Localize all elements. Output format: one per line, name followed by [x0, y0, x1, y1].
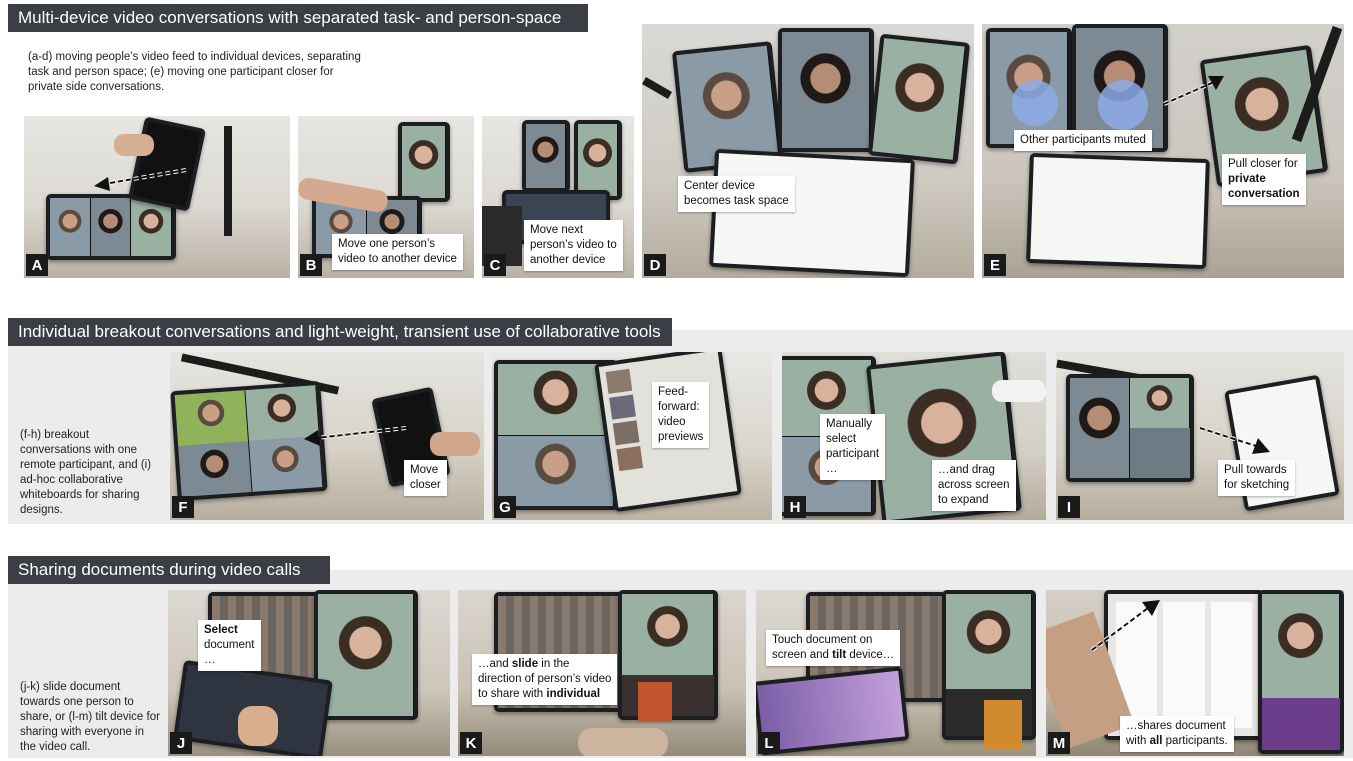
panel-a-photo: A: [24, 116, 290, 278]
arrow-icon: [1163, 76, 1224, 106]
panel-e-pull-caption: Pull closer for private conversation: [1222, 154, 1306, 205]
panel-e-muted-caption: Other participants muted: [1014, 130, 1152, 151]
panel-l-caption: Touch document on screen and tilt device…: [766, 630, 901, 666]
panel-label: G: [494, 496, 516, 518]
section-2-description: (f-h) breakout conversations with one re…: [20, 429, 152, 516]
tablet-whiteboard: [1026, 152, 1210, 270]
panel-h-select-caption: Manually select participant…: [820, 414, 886, 480]
panel-c-photo: Move next person’s video to another device…: [482, 116, 634, 278]
panel-d-caption: Center device becomes task space: [678, 176, 795, 212]
panel-label: C: [484, 254, 506, 276]
tablet-small: [398, 122, 450, 202]
panel-k-photo: …and slide in the direction of person’s …: [458, 590, 746, 756]
tablet-face-2: [778, 28, 874, 152]
panel-label: B: [300, 254, 322, 276]
panel-label: H: [784, 496, 806, 518]
panel-i-photo: Pull towards for sketching I: [1056, 352, 1344, 520]
panel-label: K: [460, 732, 482, 754]
tablet-whiteboard: [709, 148, 915, 278]
panel-h-drag-caption: …and drag across screen to expand: [932, 460, 1016, 511]
section-2-title: Individual breakout conversations and li…: [8, 318, 672, 346]
panel-m-caption: …shares document with all participants.: [1120, 716, 1234, 752]
panel-f-caption: Move closer: [404, 460, 447, 496]
panel-g-photo: Feed-forward: video previews G: [492, 352, 772, 520]
muted-icon: [1012, 80, 1058, 126]
panel-h-photo: Manually select participant… …and drag acro…: [782, 352, 1046, 520]
panel-k-caption: …and slide in the direction of person’s …: [472, 654, 618, 705]
panel-b-caption: Move one person’s video to another device: [332, 234, 463, 270]
panel-e-photo: Other participants muted Pull closer for…: [982, 24, 1344, 278]
section-1-description: (a-d) moving people’s video feed to indi…: [28, 51, 361, 93]
tablet-right: [574, 120, 622, 200]
panel-f-photo: Move closer F: [170, 352, 484, 520]
panel-l-photo: Touch document on screen and tilt device…: [756, 590, 1036, 756]
arrow-icon: [304, 426, 407, 446]
panel-m-photo: …shares document with all participants. …: [1046, 590, 1344, 756]
panel-label: L: [758, 732, 780, 754]
panel-j-caption: Select document…: [198, 620, 261, 671]
panel-c-caption: Move next person’s video to another device: [524, 220, 623, 271]
panel-label: F: [172, 496, 194, 518]
panel-label: A: [26, 254, 48, 276]
panel-i-caption: Pull towards for sketching: [1218, 460, 1296, 496]
panel-label: D: [644, 254, 666, 276]
panel-label: J: [170, 732, 192, 754]
tablet-grid: [1066, 374, 1194, 482]
panel-b-photo: Move one person’s video to another device…: [298, 116, 474, 278]
tablet-face-3: [867, 33, 971, 165]
tablet-face: [1258, 590, 1344, 754]
panel-g-caption: Feed-forward: video previews: [652, 382, 710, 448]
section-3-description: (j-k) slide document towards one person …: [20, 681, 160, 753]
arrow-icon: [1090, 600, 1160, 652]
panel-label: I: [1058, 496, 1080, 518]
tablet-left: [522, 120, 570, 192]
section-3-title: Sharing documents during video calls: [8, 556, 330, 584]
arrow-icon: [1199, 426, 1270, 454]
muted-icon: [1098, 80, 1148, 130]
panel-d-photo: Center device becomes task space D: [642, 24, 974, 278]
section-1-title: Multi-device video conversations with se…: [8, 4, 588, 32]
arrow-icon: [94, 168, 187, 191]
panel-j-photo: Select document… J: [168, 590, 450, 756]
panel-label: M: [1048, 732, 1070, 754]
panel-label: E: [984, 254, 1006, 276]
